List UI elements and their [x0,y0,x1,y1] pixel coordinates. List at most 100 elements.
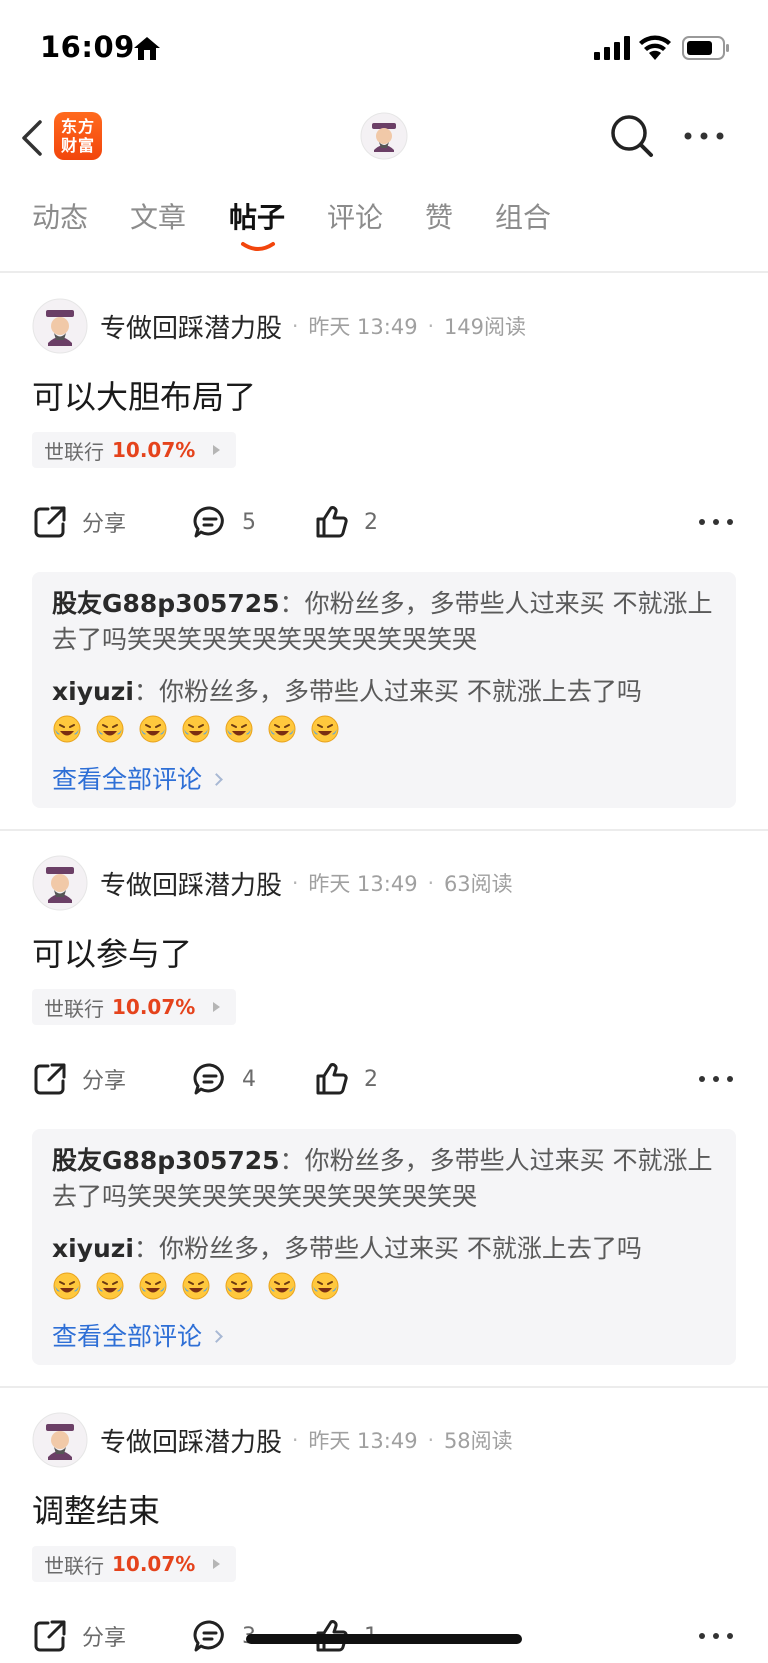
tab-posts[interactable]: 帖子 [229,196,285,236]
post-more-icon[interactable] [694,1618,738,1654]
comment-preview[interactable]: 股友G88p305725：你粉丝多，多带些人过来买 不就涨上去了吗笑哭笑哭笑哭笑… [32,572,736,808]
author-name[interactable]: 专做回踩潜力股 [100,308,282,345]
tears-of-joy-icon [96,1272,124,1300]
read-count: 58阅读 [443,1429,513,1453]
comment-author[interactable]: xiyuzi [52,1234,134,1263]
wifi-icon [639,35,671,60]
comment-separator: ： [279,1146,305,1175]
separator-dot: · [427,871,434,895]
post-title[interactable]: 可以参与了 [32,929,192,975]
comment-author[interactable]: xiyuzi [52,677,134,706]
play-arrow-icon [213,1002,220,1012]
stock-name: 世联行 [44,1553,104,1578]
separator-dot: · [292,871,299,895]
comment-icon [193,1620,224,1652]
search-icon[interactable] [608,112,656,160]
share-icon [34,1063,66,1095]
comment-text: 你粉丝多，多带些人过来买 不就涨上去了吗 [158,1234,642,1263]
tab-comments[interactable]: 评论 [327,196,383,236]
comment-item: xiyuzi：你粉丝多，多带些人过来买 不就涨上去了吗 [52,674,722,746]
post-meta: 专做回踩潜力股 · 昨天 13:49 · 58阅读 [100,1422,513,1458]
author-avatar[interactable] [32,855,88,911]
post-title[interactable]: 可以大胆布局了 [32,372,256,418]
tears-of-joy-icon [96,715,124,743]
thumbs-up-icon [316,1063,348,1095]
chevron-right-icon [210,772,223,786]
share-button[interactable]: 分享 [32,1061,126,1097]
author-name[interactable]: 专做回踩潜力股 [100,865,282,902]
nav-bar: 东方 财富 [0,96,768,176]
share-icon [34,506,66,538]
view-all-label: 查看全部评论 [52,765,203,794]
comment-item: 股友G88p305725：你粉丝多，多带些人过来买 不就涨上去了吗笑哭笑哭笑哭笑… [52,1143,722,1215]
share-button[interactable]: 分享 [32,1618,126,1654]
post-time: 昨天 13:49 [308,872,418,896]
tears-of-joy-icon [53,715,81,743]
share-button[interactable]: 分享 [32,504,126,540]
tears-of-joy-icon [182,715,210,743]
post-more-icon[interactable] [694,1061,738,1097]
share-label: 分享 [82,1626,127,1651]
comment-text: 你粉丝多，多带些人过来买 不就涨上去了吗 [158,677,642,706]
tab-activity[interactable]: 动态 [32,196,88,236]
stock-chip[interactable]: 世联行 10.07% [32,1546,236,1582]
home-icon [134,37,160,60]
author-name[interactable]: 专做回踩潜力股 [100,1422,282,1459]
tears-of-joy-icon [268,715,296,743]
back-icon[interactable] [14,116,50,160]
separator-dot: · [292,314,299,338]
post-card[interactable]: 专做回踩潜力股 · 昨天 13:49 · 149阅读 可以大胆布局了 世联行 1… [0,274,768,830]
comment-icon [193,1063,224,1095]
comment-author[interactable]: 股友G88p305725 [52,589,280,618]
comment-button[interactable]: 5 [192,504,256,540]
comment-separator: ： [133,1234,159,1263]
tears-of-joy-icon [53,1272,81,1300]
share-label: 分享 [82,512,127,537]
separator-dot: · [427,1428,434,1452]
tab-articles[interactable]: 文章 [130,196,186,236]
cellular-signal-icon [594,36,630,60]
view-all-comments-link[interactable]: 查看全部评论 [52,1317,223,1353]
stock-chip[interactable]: 世联行 10.07% [32,989,236,1025]
home-indicator[interactable] [246,1634,522,1644]
author-avatar[interactable] [32,1412,88,1468]
post-more-icon[interactable] [694,504,738,540]
more-options-icon[interactable] [680,112,728,160]
author-avatar[interactable] [32,298,88,354]
post-meta: 专做回踩潜力股 · 昨天 13:49 · 63阅读 [100,865,513,901]
emoji-row [52,710,722,746]
status-time: 16:09 [40,30,135,64]
divider [0,271,768,273]
status-bar: 16:09 [0,0,768,96]
like-button[interactable]: 2 [314,504,378,540]
avatar[interactable] [360,112,408,160]
stock-chip[interactable]: 世联行 10.07% [32,432,236,468]
like-button[interactable]: 2 [314,1061,378,1097]
stock-change: 10.07% [112,1552,196,1576]
app-logo[interactable]: 东方 财富 [54,112,102,160]
action-bar: 分享 5 2 [0,490,768,550]
post-title[interactable]: 调整结束 [32,1486,160,1532]
read-count: 149阅读 [443,315,527,339]
comment-icon [193,506,224,538]
comment-separator: ： [133,677,159,706]
tears-of-joy-icon [139,715,167,743]
tears-of-joy-icon [182,1272,210,1300]
comment-author[interactable]: 股友G88p305725 [52,1146,280,1175]
separator-dot: · [427,314,434,338]
post-card[interactable]: 专做回踩潜力股 · 昨天 13:49 · 63阅读 可以参与了 世联行 10.0… [0,831,768,1387]
post-card[interactable]: 专做回踩潜力股 · 昨天 13:49 · 58阅读 调整结束 世联行 10.07… [0,1388,768,1663]
play-arrow-icon [213,1559,220,1569]
tears-of-joy-icon [139,1272,167,1300]
tears-of-joy-icon [225,1272,253,1300]
comment-preview[interactable]: 股友G88p305725：你粉丝多，多带些人过来买 不就涨上去了吗笑哭笑哭笑哭笑… [32,1129,736,1365]
tab-portfolios[interactable]: 组合 [495,196,551,236]
tab-likes[interactable]: 赞 [425,196,453,236]
like-count: 2 [364,509,378,535]
tears-of-joy-icon [311,1272,339,1300]
view-all-comments-link[interactable]: 查看全部评论 [52,760,223,796]
separator-dot: · [292,1428,299,1452]
like-count: 2 [364,1066,378,1092]
comment-button[interactable]: 4 [192,1061,256,1097]
read-count: 63阅读 [443,872,513,896]
